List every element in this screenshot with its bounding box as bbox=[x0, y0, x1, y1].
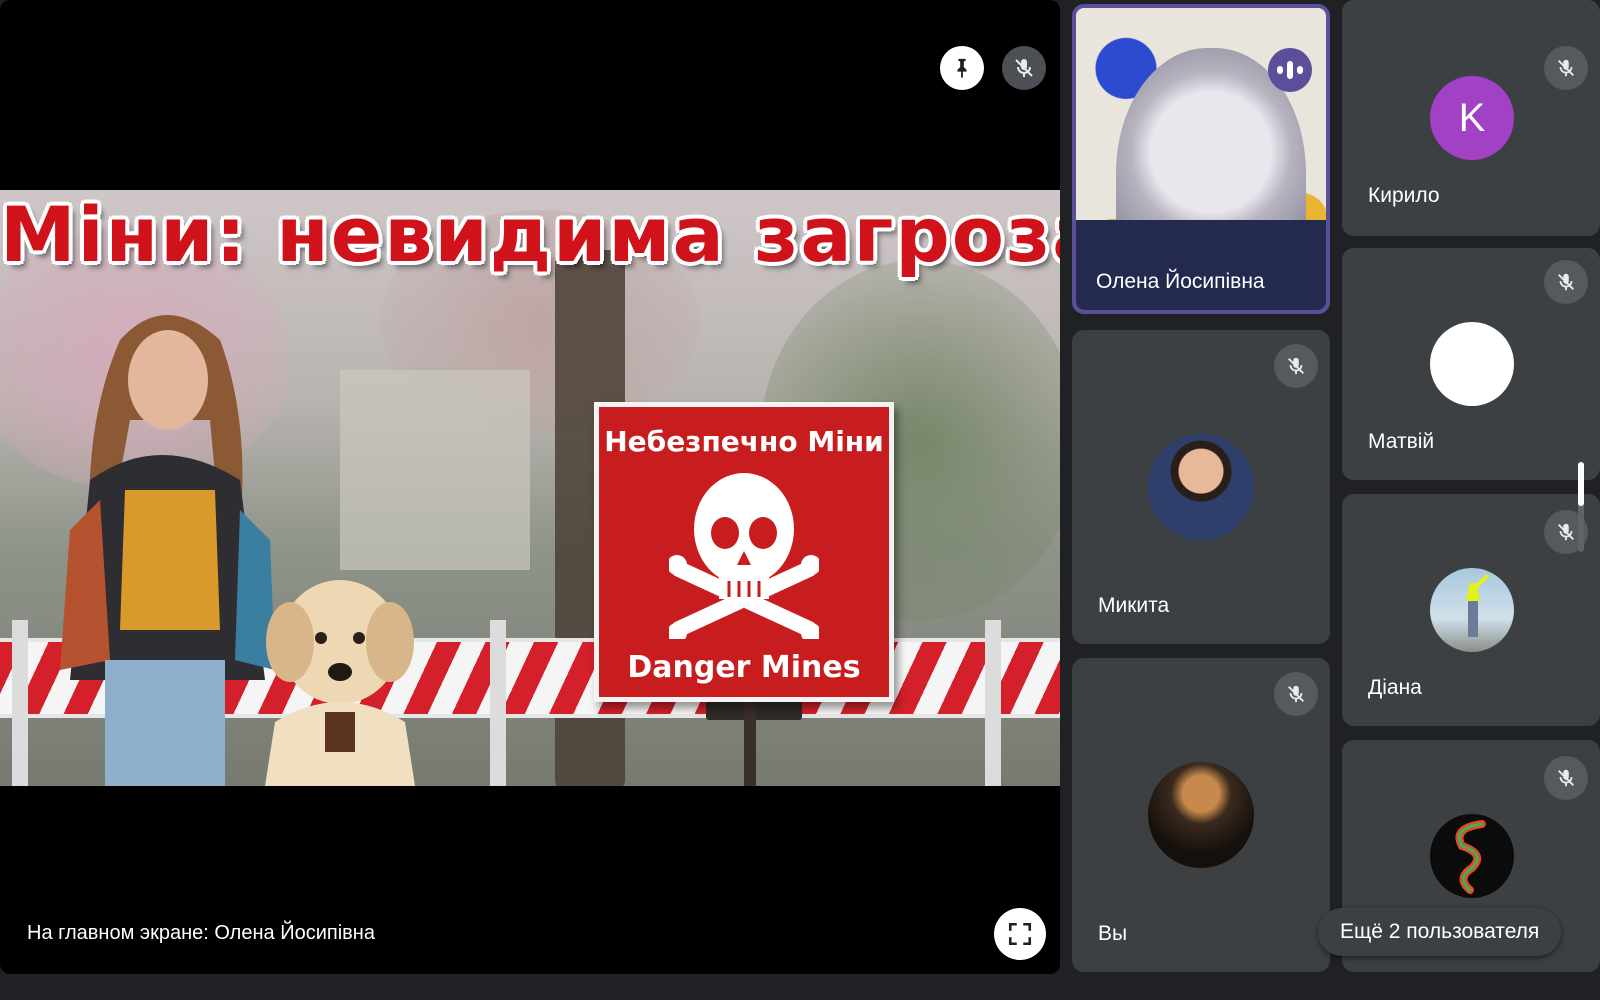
more-participants-button[interactable]: Ещё 2 пользователя bbox=[1318, 908, 1562, 956]
participant-tile-kyrylo[interactable]: K Кирило bbox=[1342, 0, 1600, 236]
mic-off-icon bbox=[1544, 756, 1588, 800]
skull-crossbones-icon bbox=[669, 473, 819, 639]
stage-caption: На главном экране: Олена Йосипівна bbox=[27, 922, 375, 944]
fullscreen-button[interactable] bbox=[994, 908, 1046, 960]
main-stage: Небезпечно Міни Danger Mines Міни: невид… bbox=[0, 0, 1060, 974]
danger-mines-sign: Небезпечно Міни Danger Mines bbox=[594, 402, 894, 702]
mic-off-icon bbox=[1015, 59, 1033, 77]
participant-tile-matvii[interactable]: Матвій bbox=[1342, 248, 1600, 480]
pin-button[interactable] bbox=[940, 46, 984, 90]
sign-bottom-text: Danger Mines bbox=[627, 650, 861, 685]
slide-title: Міни: невидима загроза bbox=[0, 190, 1060, 279]
participant-tile-self[interactable]: Вы bbox=[1072, 658, 1330, 972]
participant-name: Матвій bbox=[1368, 430, 1435, 453]
participant-name: Олена Йосипівна bbox=[1096, 270, 1265, 293]
stage-mic-off-indicator bbox=[1002, 46, 1046, 90]
participant-tile-diana[interactable]: Діана bbox=[1342, 494, 1600, 726]
participant-name: Діана bbox=[1368, 676, 1422, 699]
participant-tile-mykyta[interactable]: Микита bbox=[1072, 330, 1330, 644]
mic-off-icon bbox=[1274, 672, 1318, 716]
scrollbar-thumb[interactable] bbox=[1578, 462, 1584, 506]
girl-illustration bbox=[60, 315, 275, 786]
avatar bbox=[1430, 814, 1514, 898]
avatar bbox=[1430, 568, 1514, 652]
avatar bbox=[1148, 434, 1254, 540]
participant-tile-speaker[interactable]: Олена Йосипівна bbox=[1072, 4, 1330, 314]
pin-icon bbox=[957, 58, 967, 79]
fullscreen-icon bbox=[1008, 922, 1032, 946]
participant-name: Кирило bbox=[1368, 184, 1440, 207]
participant-name: Микита bbox=[1098, 594, 1170, 617]
shared-slide: Небезпечно Міни Danger Mines Міни: невид… bbox=[0, 190, 1060, 786]
avatar bbox=[1148, 762, 1254, 868]
mic-off-icon bbox=[1544, 46, 1588, 90]
sign-top-text: Небезпечно Міни bbox=[604, 425, 884, 458]
speaking-indicator-icon bbox=[1268, 48, 1312, 92]
dog-illustration bbox=[265, 580, 415, 786]
avatar: K bbox=[1430, 76, 1514, 160]
mic-off-icon bbox=[1274, 344, 1318, 388]
participant-name: Вы bbox=[1098, 922, 1128, 945]
mic-off-icon bbox=[1544, 260, 1588, 304]
avatar bbox=[1430, 322, 1514, 406]
